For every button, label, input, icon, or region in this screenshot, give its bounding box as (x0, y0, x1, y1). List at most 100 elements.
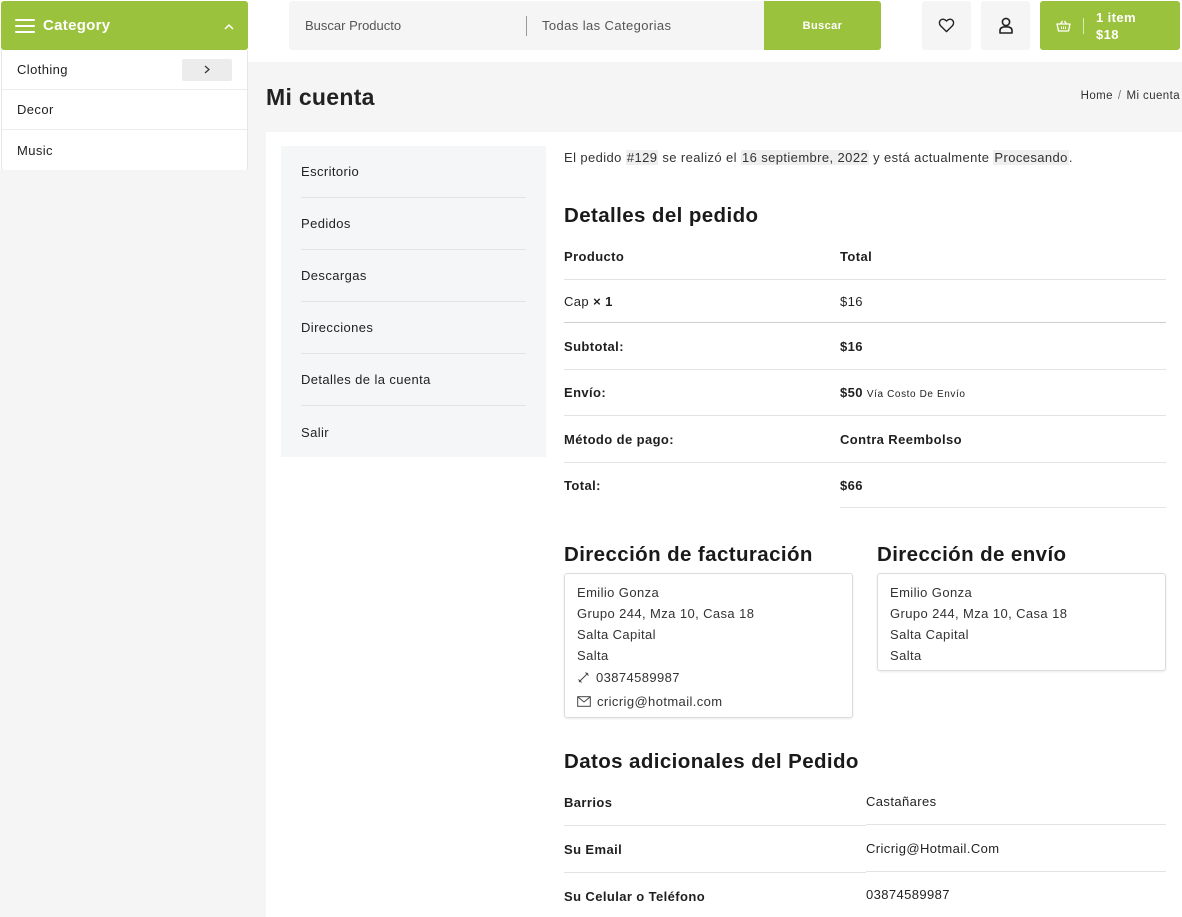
notice-text: y está actualmente (869, 150, 994, 165)
shipping-name: Emilio Gonza (890, 585, 973, 600)
billing-city: Salta Capital (577, 627, 656, 642)
category-item-label: Decor (17, 102, 54, 117)
search-bar: Todas las Categorias Buscar (289, 1, 881, 50)
billing-email-line: cricrig@hotmail.com (577, 691, 840, 712)
breadcrumb-current: Mi cuenta (1126, 90, 1180, 102)
divider (1083, 17, 1084, 34)
breadcrumb-home-link[interactable]: Home (1081, 90, 1113, 102)
billing-email: cricrig@hotmail.com (597, 694, 723, 709)
category-list: Clothing Decor Music (1, 50, 248, 171)
category-menu-toggle[interactable]: Category (1, 1, 248, 50)
breadcrumb: Home / Mi cuenta (1081, 90, 1180, 102)
shipping-street: Grupo 244, Mza 10, Casa 18 (890, 606, 1068, 621)
page-header: Mi cuenta Home / Mi cuenta (248, 62, 1182, 132)
nav-item-direcciones[interactable]: Direcciones (301, 302, 526, 354)
nav-item-descargas[interactable]: Descargas (301, 250, 526, 302)
table-row: Su Email Cricrig@Hotmail.Com (564, 824, 1166, 873)
search-input[interactable] (289, 1, 526, 50)
basket-icon (1056, 20, 1071, 32)
cart-summary: 1 item $18 (1096, 9, 1136, 43)
table-row: Envío: $50 Vía Costo De Envío (564, 370, 1166, 416)
billing-street: Grupo 244, Mza 10, Casa 18 (577, 606, 755, 621)
product-qty: × 1 (593, 293, 613, 309)
category-item-label: Clothing (17, 62, 68, 77)
envelope-icon (577, 696, 591, 707)
table-row: Total: $66 (564, 463, 1166, 508)
nav-item-escritorio[interactable]: Escritorio (301, 146, 526, 198)
table-row: Método de pago: Contra Reembolso (564, 416, 1166, 463)
heart-icon (938, 18, 955, 33)
cart-total: $18 (1096, 26, 1119, 42)
notice-text: se realizó el (658, 150, 741, 165)
chevron-right-icon (204, 65, 210, 74)
billing-address-box: Emilio Gonza Grupo 244, Mza 10, Casa 18 … (564, 573, 853, 718)
order-status: Procesando (993, 150, 1069, 165)
column-header-total: Total (840, 249, 873, 264)
billing-phone-line: 03874589987 (577, 667, 840, 688)
breadcrumb-separator: / (1117, 90, 1122, 102)
order-details-heading: Detalles del pedido (564, 204, 759, 227)
cart-button[interactable]: 1 item $18 (1040, 1, 1180, 50)
billing-address-heading: Dirección de facturación (564, 543, 813, 566)
search-button[interactable]: Buscar (764, 1, 881, 50)
phone-icon (578, 672, 589, 683)
summary-value-cell: $50 Vía Costo De Envío (840, 385, 1166, 400)
additional-data-heading: Datos adicionales del Pedido (564, 750, 859, 773)
notice-text: . (1068, 150, 1073, 165)
product-name-link[interactable]: Cap (564, 294, 589, 309)
shipping-state: Salta (890, 648, 922, 663)
account-navigation: Escritorio Pedidos Descargas Direcciones… (281, 146, 546, 457)
nav-item-salir[interactable]: Salir (301, 406, 526, 458)
summary-value: Contra Reembolso (840, 431, 962, 447)
summary-value: $16 (840, 338, 863, 354)
summary-label: Envío: (564, 385, 607, 400)
table-row: Subtotal: $16 (564, 323, 1166, 370)
additional-data-table: Barrios Castañares Su Email Cricrig@Hotm… (564, 780, 1166, 917)
category-item-music[interactable]: Music (2, 130, 247, 170)
content-gutter (248, 132, 266, 917)
column-header-product: Producto (564, 249, 625, 264)
shipping-city: Salta Capital (890, 627, 969, 642)
product-cell: Cap × 1 (564, 294, 840, 309)
field-value: 03874589987 (866, 871, 1166, 917)
category-item-label: Music (17, 142, 53, 158)
cart-count: 1 item (1096, 9, 1136, 25)
billing-state: Salta (577, 648, 609, 663)
nav-item-pedidos[interactable]: Pedidos (301, 198, 526, 250)
chevron-up-icon (224, 19, 234, 33)
notice-text: El pedido (564, 150, 626, 165)
summary-label: Total: (564, 478, 601, 493)
category-item-clothing[interactable]: Clothing (2, 50, 247, 90)
shipping-address-heading: Dirección de envío (877, 543, 1067, 566)
page-title: Mi cuenta (266, 84, 375, 110)
wishlist-button[interactable] (922, 1, 971, 50)
table-header-row: Producto Total (564, 234, 1166, 280)
billing-phone: 03874589987 (596, 670, 680, 685)
order-number: #129 (625, 150, 659, 165)
category-select[interactable]: Todas las Categorias (527, 18, 764, 33)
product-total: $16 (840, 293, 863, 309)
order-date: 16 septiembre, 2022 (740, 150, 870, 165)
menu-icon (15, 18, 35, 33)
table-row: Su Celular o Teléfono 03874589987 (564, 871, 1166, 917)
account-button[interactable] (981, 1, 1030, 50)
summary-value: $50 (840, 385, 863, 400)
table-row: Cap × 1 $16 (564, 280, 1166, 323)
field-value: Cricrig@Hotmail.Com (866, 824, 1166, 871)
category-item-decor[interactable]: Decor (2, 90, 247, 130)
category-menu-title: Category (43, 17, 111, 34)
field-label: Su Celular o Teléfono (564, 888, 706, 904)
billing-name: Emilio Gonza (577, 585, 660, 600)
summary-value: $66 (840, 463, 1166, 508)
sidebar-background (0, 170, 266, 917)
summary-label: Método de pago: (564, 431, 674, 447)
table-row: Barrios Castañares (564, 780, 1166, 826)
shipping-address-box: Emilio Gonza Grupo 244, Mza 10, Casa 18 … (877, 573, 1166, 671)
field-value: Castañares (866, 793, 937, 809)
nav-item-detalles-cuenta[interactable]: Detalles de la cuenta (301, 354, 526, 406)
user-icon (998, 17, 1013, 34)
summary-label: Subtotal: (564, 338, 624, 354)
submenu-arrow-button[interactable] (182, 58, 232, 81)
shipping-method-note: Vía Costo De Envío (866, 389, 966, 400)
order-details-table: Producto Total Cap × 1 $16 Subtotal: $16… (564, 234, 1166, 508)
